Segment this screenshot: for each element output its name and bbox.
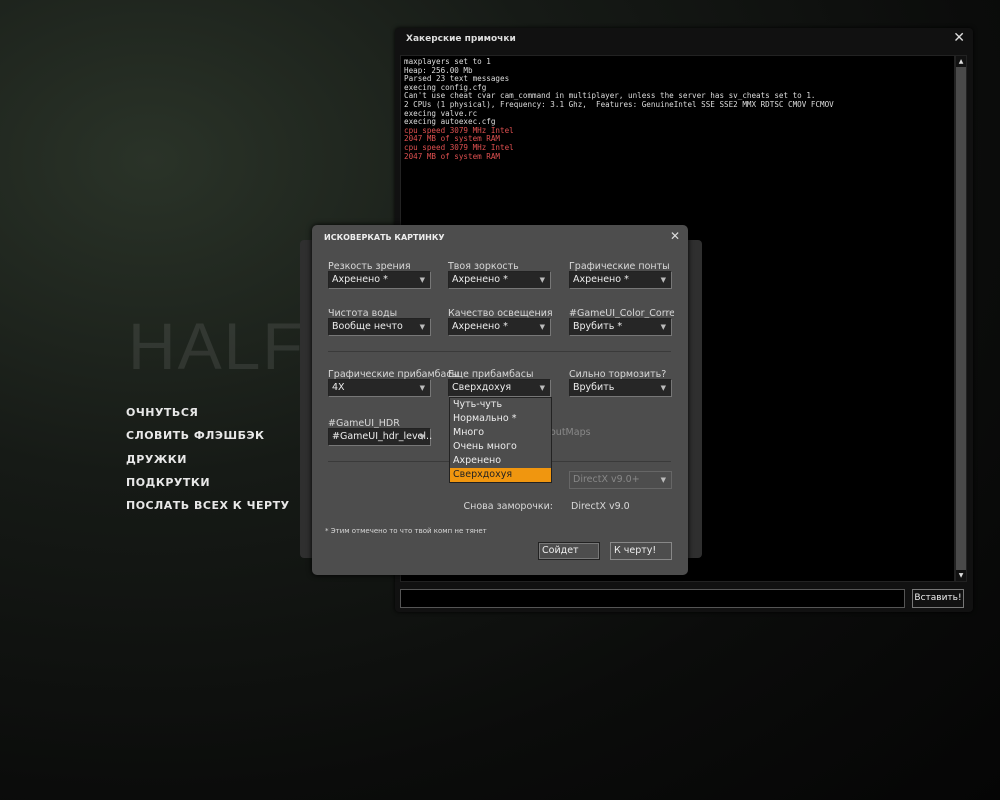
combo-value: Вообще нечто — [332, 321, 403, 332]
chevron-down-icon: ▼ — [660, 323, 666, 331]
dx-level-label: Снова заморочки: — [463, 501, 553, 512]
console-close-icon[interactable]: ✕ — [953, 30, 965, 46]
partial-label: outMaps — [550, 427, 591, 438]
chevron-down-icon: ▼ — [539, 384, 545, 392]
cancel-button[interactable]: К черту! — [610, 542, 672, 560]
chevron-down-icon: ▼ — [419, 276, 425, 284]
field-combo[interactable]: Ахренено * ▼ — [448, 318, 551, 336]
field-combo[interactable]: Ахренено * ▼ — [328, 271, 431, 289]
field-combo[interactable]: Ахренено * ▼ — [569, 271, 672, 289]
dx-level-value: DirectX v9.0 — [571, 501, 630, 512]
menu-resume[interactable]: ОЧНУТЬСЯ — [126, 406, 198, 419]
dialog-title: ИСКОВЕРКАТЬ КАРТИНКУ — [324, 233, 445, 242]
console-input[interactable] — [400, 589, 905, 608]
directx-combo-value: DirectX v9.0+ — [573, 474, 640, 485]
dropdown-option[interactable]: Ахренено — [450, 454, 551, 468]
ok-button[interactable]: Сойдет — [538, 542, 600, 560]
dropdown-option[interactable]: Нормально * — [450, 412, 551, 426]
field-combo[interactable]: Ахренено * ▼ — [448, 271, 551, 289]
chevron-down-icon: ▼ — [660, 476, 666, 484]
chevron-down-icon: ▼ — [419, 323, 425, 331]
combo-value: Врубить * — [573, 321, 623, 332]
combo-value: Ахренено * — [573, 274, 629, 285]
field-combo[interactable]: Врубить ▼ — [569, 379, 672, 397]
console-line: Parsed 23 text messages — [404, 74, 510, 84]
console-line: maxplayers set to 1 — [404, 57, 491, 66]
dropdown-option[interactable]: Много — [450, 426, 551, 440]
menu-friends[interactable]: ДРУЖКИ — [126, 453, 187, 466]
dropdown-option[interactable]: Чуть-чуть — [450, 398, 551, 412]
combo-value: Ахренено * — [452, 321, 508, 332]
field-combo[interactable]: #GameUI_hdr_level.. ▼ — [328, 428, 433, 446]
field-combo[interactable]: Вообще нечто ▼ — [328, 318, 431, 336]
scroll-down-icon[interactable]: ▼ — [956, 570, 966, 581]
menu-options[interactable]: ПОДКРУТКИ — [126, 476, 210, 489]
dropdown-list[interactable]: Чуть-чуть Нормально * Много Очень много Ахре… — [449, 397, 552, 483]
chevron-down-icon: ▼ — [660, 276, 666, 284]
video-settings-dialog: ИСКОВЕРКАТЬ КАРТИНКУ ✕ Резкость зрения Ах… — [312, 225, 688, 575]
console-scrollbar[interactable]: ▲ ▼ — [955, 55, 967, 582]
menu-load-game[interactable]: СЛОВИТЬ ФЛЭШБЭК — [126, 429, 265, 442]
dropdown-option[interactable]: Очень много — [450, 440, 551, 454]
combo-value: 4X — [332, 382, 345, 393]
combo-value: Врубить — [573, 382, 615, 393]
console-submit-button[interactable]: Вставить! — [912, 589, 964, 608]
chevron-down-icon: ▼ — [539, 276, 545, 284]
console-line: 2 CPUs (1 physical), Frequency: 3.1 Ghz,… — [404, 99, 834, 109]
dropdown-option[interactable]: Сверхдохуя — [450, 468, 551, 482]
chevron-down-icon: ▼ — [419, 384, 425, 392]
combo-value: Сверхдохуя — [452, 382, 512, 393]
separator — [328, 351, 671, 352]
chevron-down-icon: ▼ — [539, 323, 545, 331]
combo-value: #GameUI_hdr_level.. — [332, 431, 433, 442]
field-combo[interactable]: 4X ▼ — [328, 379, 431, 397]
field-combo[interactable]: Сверхдохуя ▼ — [448, 379, 551, 397]
footnote: * Этим отмечено то что твой комп не тяне… — [325, 527, 487, 535]
combo-value: Ахренено * — [452, 274, 508, 285]
field-combo[interactable]: Врубить * ▼ — [569, 318, 672, 336]
chevron-down-icon: ▼ — [660, 384, 666, 392]
combo-value: Ахренено * — [332, 274, 388, 285]
dialog-close-icon[interactable]: ✕ — [670, 229, 680, 243]
console-line: 2047 MB of system RAM — [404, 151, 501, 161]
menu-quit[interactable]: ПОСЛАТЬ ВСЕХ К ЧЕРТУ — [126, 499, 290, 512]
scroll-up-icon[interactable]: ▲ — [956, 56, 966, 67]
console-title: Хакерские примочки — [406, 34, 516, 44]
directx-combo: DirectX v9.0+ ▼ — [569, 471, 672, 489]
chevron-down-icon: ▼ — [419, 433, 425, 441]
